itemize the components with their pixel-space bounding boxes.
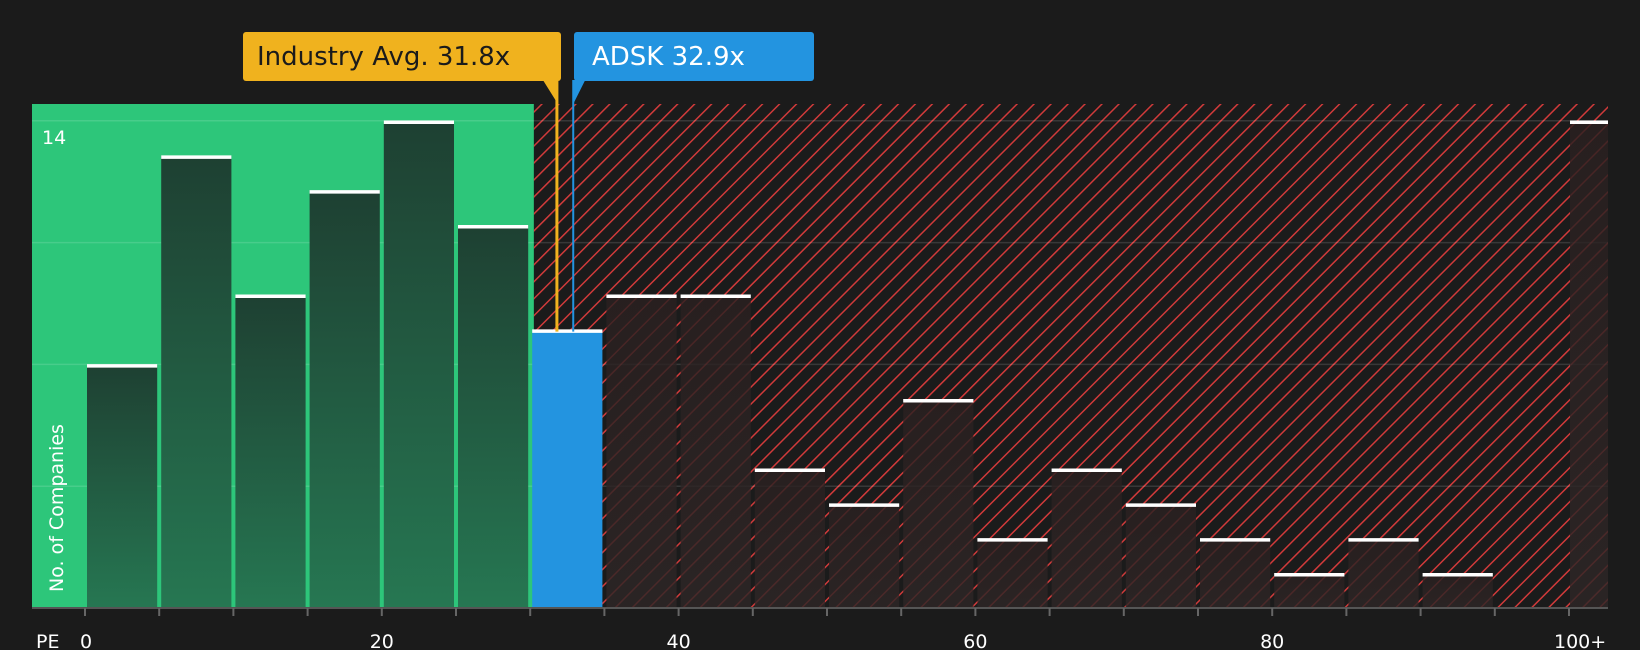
histogram-bar — [680, 294, 751, 608]
company-label: ADSK 32.9x — [592, 42, 745, 72]
histogram-bar — [1200, 538, 1271, 608]
histogram-bar — [754, 468, 825, 608]
x-tick-label: 40 — [667, 631, 691, 650]
company-callout-pointer — [573, 80, 586, 104]
histogram-bar — [977, 538, 1048, 608]
x-tick-label: 0 — [80, 631, 92, 650]
histogram-bar — [606, 294, 677, 608]
x-tick-label: 20 — [370, 631, 394, 650]
y-axis-label: No. of Companies — [46, 424, 68, 592]
histogram-bar — [235, 294, 306, 608]
histogram-bar — [161, 155, 232, 608]
y-tick-label: 14 — [42, 127, 66, 149]
pe-distribution-chart: 14 0 20 40 60 80 100+ No. of Companies PE Ind… — [32, 32, 1609, 650]
x-axis-label: PE — [36, 631, 59, 650]
industry-avg-label: Industry Avg. 31.8x — [257, 42, 510, 72]
histogram-bar — [1422, 573, 1493, 608]
histogram-bar — [532, 329, 603, 608]
histogram-bar — [1348, 538, 1419, 608]
histogram-bar — [1125, 503, 1196, 608]
histogram-bar — [458, 225, 529, 608]
histogram-bar — [309, 190, 380, 608]
histogram-bar — [903, 399, 974, 608]
x-axis: 0 20 40 60 80 100+ — [32, 607, 1608, 650]
histogram-bar — [829, 503, 900, 608]
histogram-bar — [1570, 120, 1608, 609]
histogram-bar — [1274, 573, 1345, 608]
x-tick-label: 60 — [963, 631, 987, 650]
histogram-bar — [87, 364, 158, 608]
x-tick-label: 80 — [1260, 631, 1284, 650]
histogram-bar — [383, 120, 454, 609]
histogram-bar — [1051, 468, 1122, 608]
x-tick-label: 100+ — [1554, 631, 1606, 650]
